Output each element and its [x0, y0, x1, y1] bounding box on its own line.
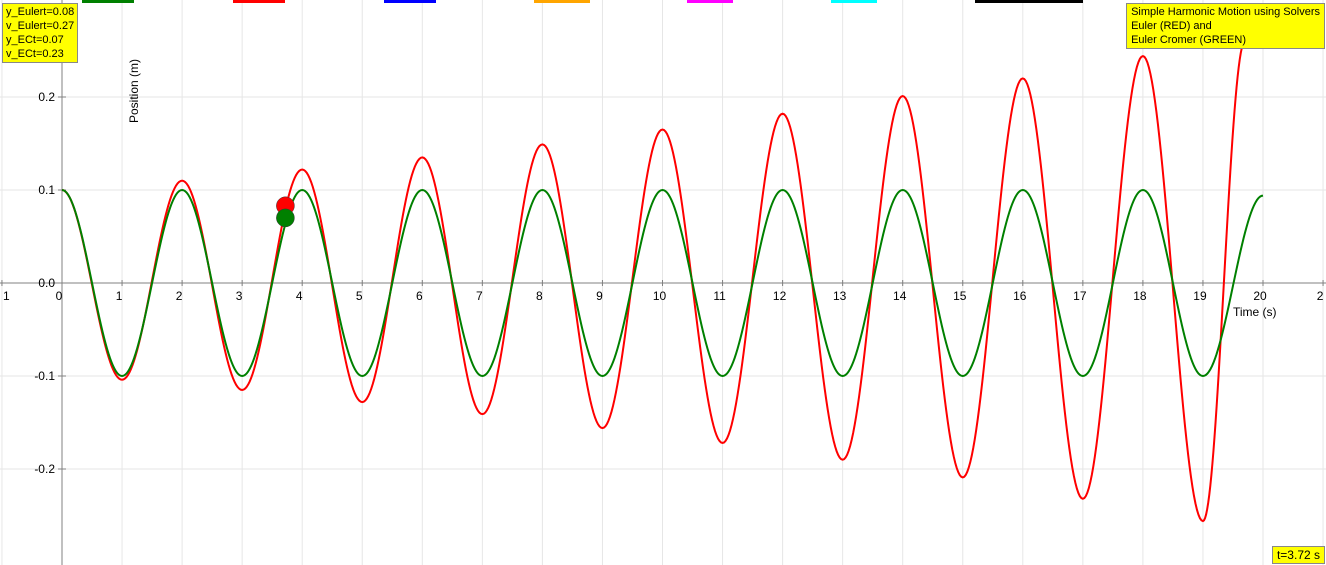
x-tick-label: 4 [296, 289, 303, 303]
y-tick-label: 0.0 [38, 276, 55, 290]
euler-cromer-current-marker[interactable] [276, 208, 295, 228]
readout-panel: y_Eulert=0.08 v_Eulert=0.27 y_ECt=0.07 v… [2, 3, 79, 63]
legend-panel: Simple Harmonic Motion using Solvers Eul… [1126, 3, 1325, 49]
color-swatch-bar[interactable] [384, 0, 436, 3]
y-tick-label: -0.2 [34, 462, 55, 476]
color-swatch-bar[interactable] [82, 0, 134, 3]
x-tick-label: 10 [653, 289, 667, 303]
color-swatch-bar[interactable] [233, 0, 285, 3]
time-display: t=3.72 s [1271, 546, 1325, 564]
euler-series-line [61, 40, 1246, 523]
y-tick-label: 0.2 [38, 90, 55, 104]
x-tick-label: 12 [773, 289, 787, 303]
x-tick-label: 18 [1133, 289, 1147, 303]
x-tick-label: 15 [953, 289, 967, 303]
color-swatch-bar[interactable] [831, 0, 877, 3]
x-tick-label: 2 [1317, 289, 1324, 303]
x-tick-label: 16 [1013, 289, 1027, 303]
current-markers[interactable] [276, 196, 295, 228]
simulation-plot[interactable]: 1 0 1 2 3 4 5 6 7 8 9 10 11 12 13 14 15 16 17 18 19 20 20.20.1… [0, 0, 1326, 565]
x-tick-label: 14 [893, 289, 907, 303]
x-tick-label: 13 [833, 289, 847, 303]
y-tick-label: -0.1 [34, 369, 55, 383]
x-tick-label: 9 [596, 289, 603, 303]
x-tick-label: 1 [3, 289, 10, 303]
x-tick-label: 17 [1073, 289, 1087, 303]
x-tick-label: 20 [1253, 289, 1267, 303]
x-tick-label: 3 [236, 289, 243, 303]
legend-euler: Euler (RED) and [1131, 20, 1212, 32]
x-tick-label: 2 [176, 289, 183, 303]
x-tick-label: 8 [536, 289, 543, 303]
y-euler-readout: y_Eulert=0.08 [6, 6, 75, 18]
color-swatch-bar[interactable] [534, 0, 590, 3]
x-tick-label: 0 [56, 289, 63, 303]
x-tick-label: 19 [1193, 289, 1207, 303]
color-swatch-bar[interactable] [975, 0, 1083, 3]
x-tick-label: 5 [356, 289, 363, 303]
legend-title: Simple Harmonic Motion using Solvers [1131, 6, 1320, 18]
y-ec-readout: y_ECt=0.07 [6, 34, 64, 46]
y-axis-label: Position (m) [127, 59, 141, 123]
v-euler-readout: v_Eulert=0.27 [6, 20, 75, 32]
x-tick-label: 1 [116, 289, 123, 303]
x-tick-label: 11 [713, 289, 726, 303]
y-tick-label: 0.1 [38, 183, 55, 197]
x-tick-label: 7 [476, 289, 483, 303]
x-axis-label: Time (s) [1233, 305, 1277, 319]
x-tick-label: 6 [416, 289, 423, 303]
color-swatch-bar[interactable] [687, 0, 733, 3]
v-ec-readout: v_ECt=0.23 [6, 48, 64, 60]
legend-euler-cromer: Euler Cromer (GREEN) [1131, 34, 1246, 46]
